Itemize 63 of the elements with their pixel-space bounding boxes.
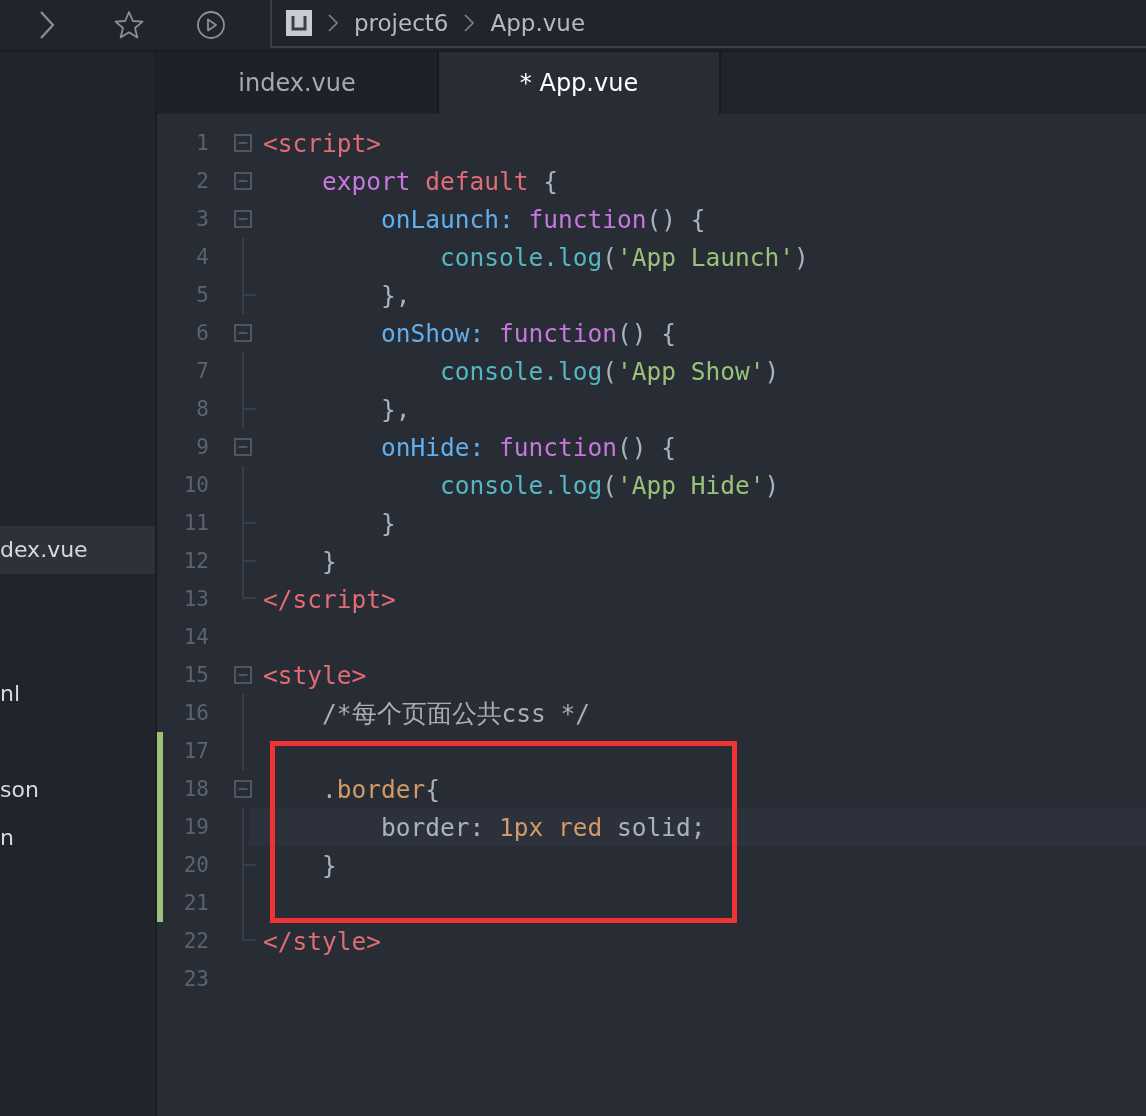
- line-number: 2: [195, 169, 209, 193]
- code-line: console.log('App Hide'): [439, 470, 780, 500]
- code-line: console.log('App Launch'): [439, 242, 809, 272]
- line-number: 9: [195, 435, 209, 459]
- line-number: 19: [182, 815, 209, 839]
- code-line: /*每个页面公共css */: [321, 697, 590, 730]
- line-number: 21: [182, 891, 209, 915]
- line-number: 15: [182, 663, 209, 687]
- line-number: 5: [195, 283, 209, 307]
- collapse-icon[interactable]: [234, 172, 252, 190]
- collapse-icon[interactable]: [234, 134, 252, 152]
- chevron-right-icon: [464, 14, 475, 32]
- line-number: 4: [195, 245, 209, 269]
- project-icon: [286, 10, 312, 36]
- line-number: 11: [182, 511, 209, 535]
- line-number: 3: [195, 207, 209, 231]
- code-line: .border{: [321, 774, 441, 804]
- code-line: <style>: [263, 660, 367, 690]
- file-item[interactable]: nl: [0, 670, 155, 718]
- line-number: 8: [195, 397, 209, 421]
- code-line: export default {: [321, 166, 559, 196]
- line-number: 14: [182, 625, 209, 649]
- editor-tab[interactable]: index.vue: [157, 52, 439, 114]
- play-icon[interactable]: [196, 10, 226, 40]
- code-line: },: [380, 280, 411, 310]
- line-number: 13: [182, 587, 209, 611]
- code-line: onHide: function() {: [380, 432, 677, 462]
- code-line: },: [380, 394, 411, 424]
- code-line: }: [321, 850, 337, 880]
- file-item[interactable]: son: [0, 766, 155, 814]
- line-number: 17: [182, 739, 209, 763]
- line-number: 16: [182, 701, 209, 725]
- code-line: }: [321, 546, 337, 576]
- chevron-right-icon[interactable]: [38, 10, 56, 40]
- collapse-icon[interactable]: [234, 780, 252, 798]
- collapse-icon[interactable]: [234, 438, 252, 456]
- code-line: onLaunch: function() {: [380, 204, 706, 234]
- line-number: 20: [182, 853, 209, 877]
- breadcrumb-item[interactable]: App.vue: [490, 10, 586, 36]
- collapse-icon[interactable]: [234, 324, 252, 342]
- line-number: 6: [195, 321, 209, 345]
- breadcrumb-item[interactable]: project6: [354, 10, 449, 36]
- line-number: 10: [182, 473, 209, 497]
- line-number: 7: [195, 359, 209, 383]
- code-line: </style>: [263, 926, 381, 956]
- code-line: </script>: [263, 584, 396, 614]
- line-number: 1: [195, 131, 209, 155]
- line-number: 23: [182, 967, 209, 991]
- code-line: }: [380, 508, 396, 538]
- file-item[interactable]: n: [0, 814, 155, 862]
- code-line: border: 1px red solid;: [380, 812, 706, 842]
- code-line: console.log('App Show'): [439, 356, 780, 386]
- line-number: 12: [182, 549, 209, 573]
- line-number: 18: [182, 777, 209, 801]
- chevron-right-icon: [328, 14, 338, 32]
- editor-tab[interactable]: * App.vue: [439, 52, 721, 114]
- collapse-icon[interactable]: [234, 666, 252, 684]
- line-number: 22: [182, 929, 209, 953]
- star-icon[interactable]: [114, 10, 144, 40]
- code-line: <script>: [263, 128, 381, 158]
- code-line: onShow: function() {: [380, 318, 677, 348]
- collapse-icon[interactable]: [234, 210, 252, 228]
- file-item[interactable]: dex.vue: [0, 526, 155, 574]
